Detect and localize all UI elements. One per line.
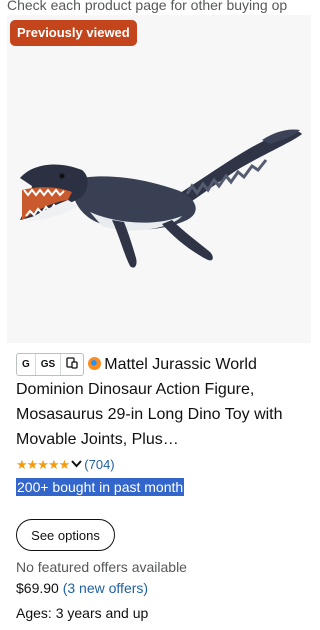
buying-options-note: Check each product page for other buying… [7, 0, 288, 13]
pill-gs[interactable]: GS [36, 354, 62, 375]
rating-row: ★★★★★ (704) [16, 457, 115, 473]
rating-count-link[interactable]: (704) [84, 457, 114, 473]
star-rating-icon[interactable]: ★★★★★ [16, 457, 70, 473]
device-icon[interactable] [61, 354, 83, 375]
ages-text: Ages: 3 years and up [16, 605, 149, 621]
format-pills: G GS [16, 353, 85, 376]
product-image[interactable] [12, 120, 304, 280]
price-row: $69.90 (3 new offers) [16, 580, 148, 596]
pill-g[interactable]: G [17, 354, 36, 375]
previously-viewed-badge: Previously viewed [10, 20, 137, 46]
store-logo-icon [88, 357, 102, 370]
tail [172, 131, 302, 208]
no-featured-offers-text: No featured offers available [16, 559, 187, 575]
new-offers-link[interactable]: (3 new offers) [63, 580, 148, 596]
product-title-block: G GS Mattel Jurassic World Dominion Dino… [16, 352, 306, 452]
body [71, 176, 196, 230]
rear-flipper [162, 220, 213, 261]
bought-in-past-month: 200+ bought in past month [16, 478, 185, 496]
see-options-button[interactable]: See options [16, 519, 115, 551]
price: $69.90 [16, 580, 59, 596]
chevron-down-icon[interactable] [71, 457, 83, 473]
